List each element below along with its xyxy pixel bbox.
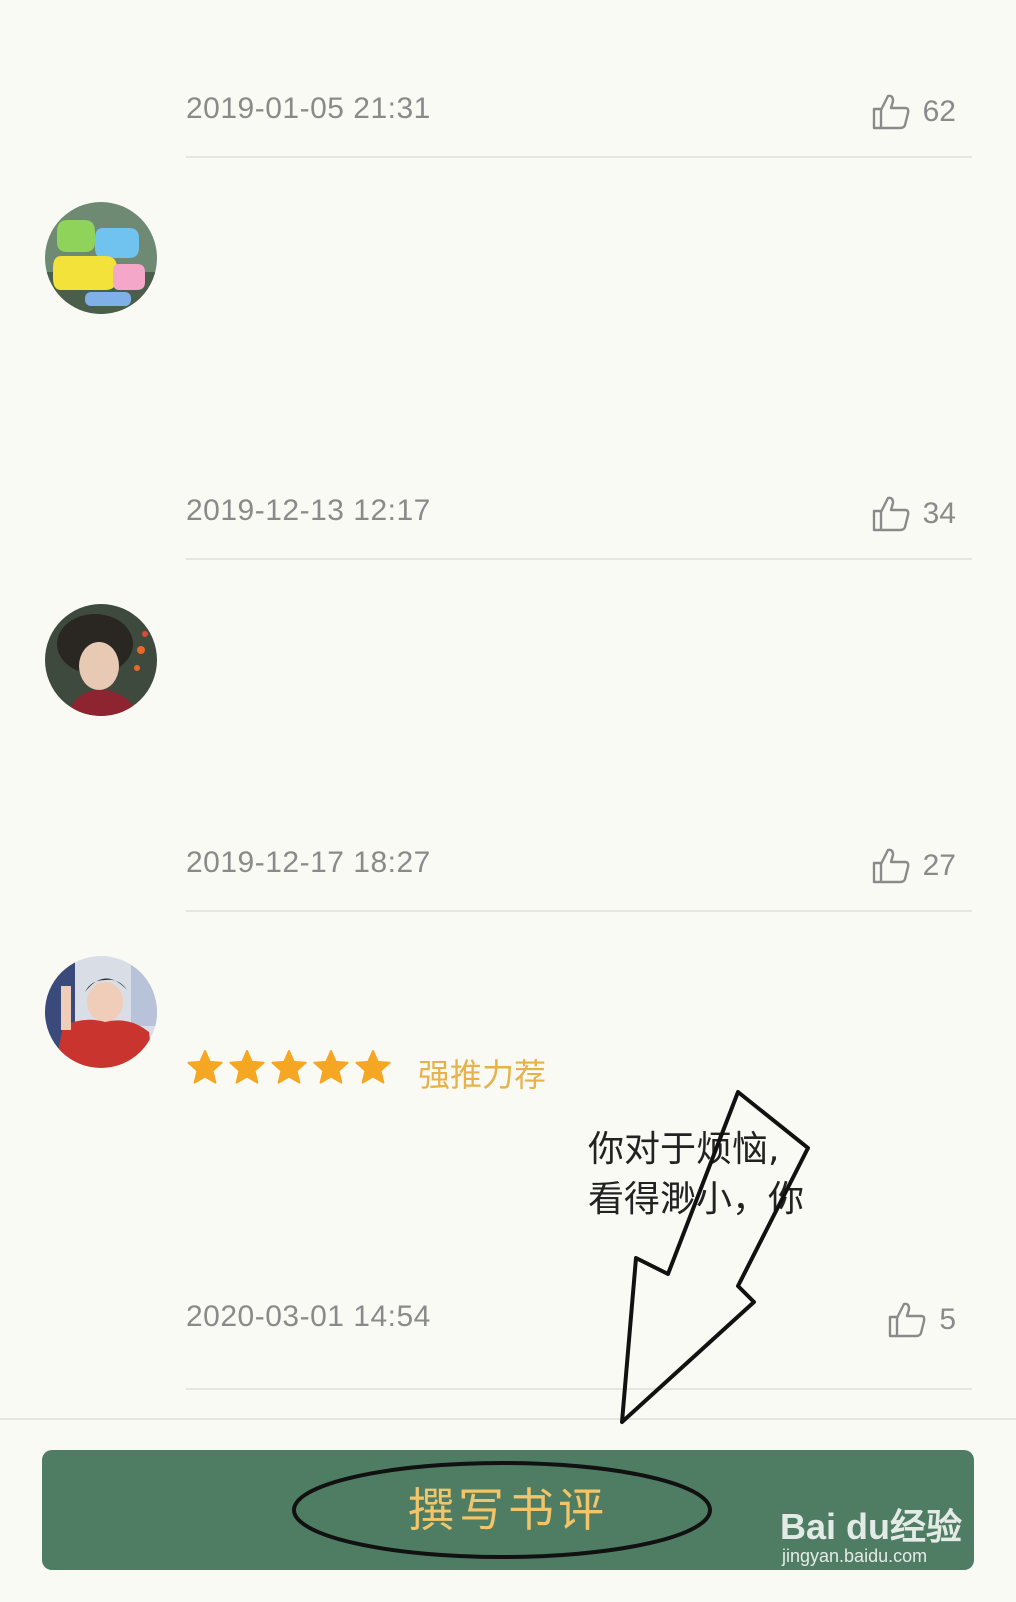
rating-stars xyxy=(186,1048,392,1090)
like-count: 5 xyxy=(939,1303,956,1336)
review-date: 2019-01-05 21:31 xyxy=(186,92,431,125)
watermark-sub-text: jingyan.baidu.com xyxy=(782,1546,928,1566)
review-date: 2019-12-13 12:17 xyxy=(186,494,431,527)
avatar[interactable] xyxy=(45,604,157,716)
like-count: 27 xyxy=(922,849,956,882)
star-icon xyxy=(270,1048,308,1090)
like-count: 34 xyxy=(922,497,956,530)
watermark-main-text: Bai du经验 xyxy=(780,1506,963,1547)
like-button[interactable]: 27 xyxy=(871,846,956,886)
review-snippet-line: 你对于烦恼, xyxy=(588,1129,780,1170)
thumbs-up-icon xyxy=(871,92,911,132)
star-icon xyxy=(186,1048,224,1090)
thumbs-up-icon xyxy=(871,494,911,534)
thumbs-up-icon xyxy=(887,1300,927,1340)
review-date: 2020-03-01 14:54 xyxy=(186,1300,431,1333)
rating-label: 强推力荐 xyxy=(418,1056,547,1094)
review-snippet-line: 看得渺小，你 xyxy=(588,1179,805,1220)
thumbs-up-icon xyxy=(871,846,911,886)
star-icon xyxy=(312,1048,350,1090)
review-divider xyxy=(186,1388,972,1390)
like-count: 62 xyxy=(922,95,956,128)
baidu-jingyan-watermark: Bai du经验 jingyan.baidu.com xyxy=(780,1488,980,1578)
review-divider xyxy=(186,156,972,158)
avatar[interactable] xyxy=(45,202,157,314)
like-button[interactable]: 5 xyxy=(887,1300,956,1340)
like-button[interactable]: 34 xyxy=(871,494,956,534)
review-divider xyxy=(186,558,972,560)
review-date: 2019-12-17 18:27 xyxy=(186,846,431,879)
avatar[interactable] xyxy=(45,956,157,1068)
star-icon xyxy=(354,1048,392,1090)
star-icon xyxy=(228,1048,266,1090)
review-divider xyxy=(186,910,972,912)
like-button[interactable]: 62 xyxy=(871,92,956,132)
